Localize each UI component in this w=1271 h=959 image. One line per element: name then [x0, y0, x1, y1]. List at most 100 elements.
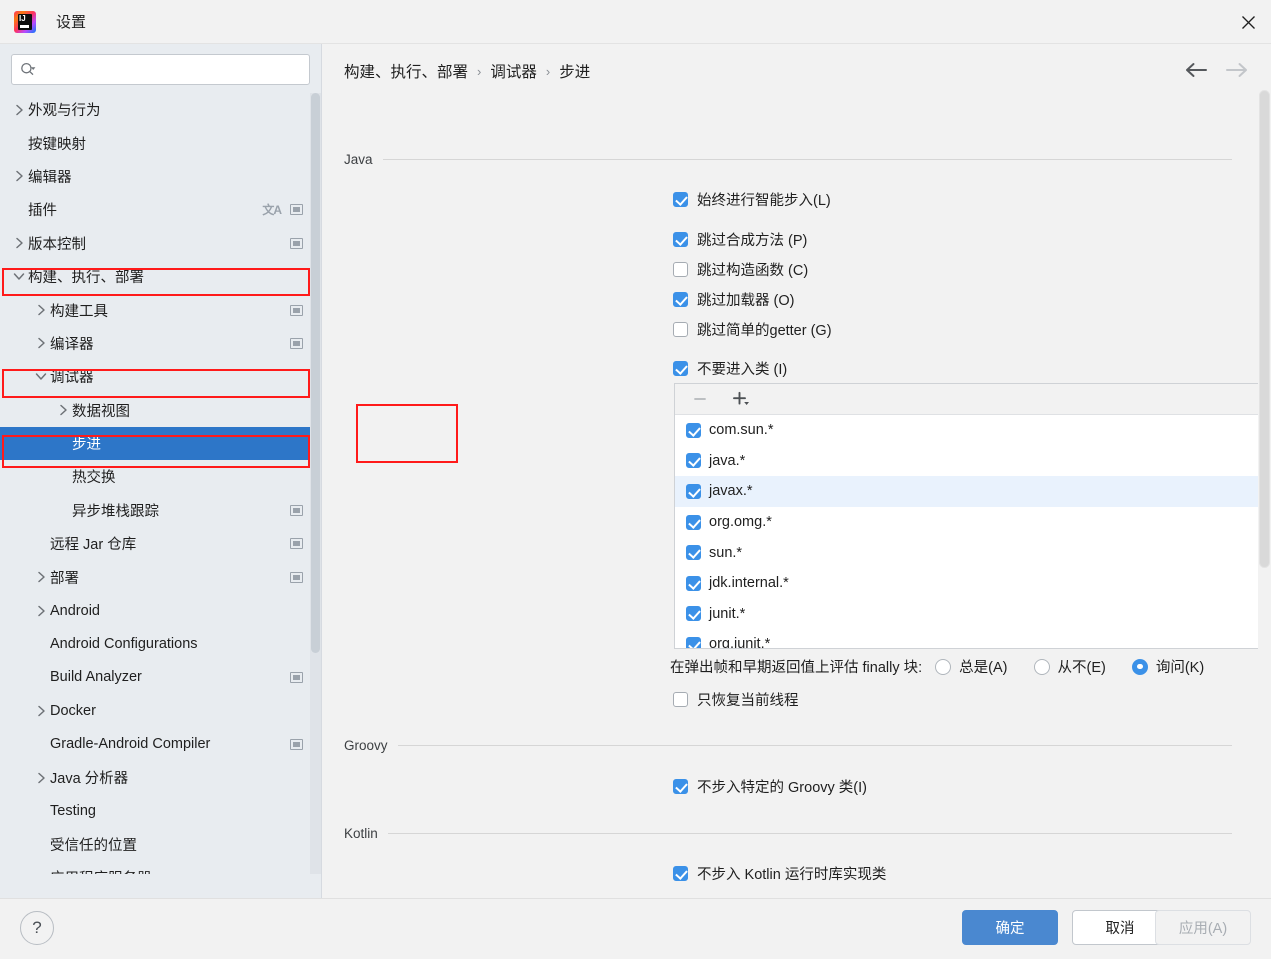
- checkbox-skip-simple-getters[interactable]: 跳过简单的getter (G): [673, 319, 832, 340]
- sidebar-item-badges: 文A: [262, 201, 303, 218]
- checkbox-box[interactable]: [673, 779, 688, 794]
- checkbox-box[interactable]: [673, 322, 688, 337]
- class-list-row[interactable]: org.omg.*: [675, 507, 1271, 538]
- sidebar-item-12[interactable]: 异步堆栈跟踪: [0, 494, 321, 527]
- sidebar-item-11[interactable]: 热交换: [0, 460, 321, 493]
- chevron-right-icon[interactable]: [10, 104, 28, 116]
- class-list-row[interactable]: com.sun.*: [675, 415, 1271, 446]
- plus-icon[interactable]: [729, 388, 755, 410]
- sidebar-item-2[interactable]: 编辑器: [0, 160, 321, 193]
- sidebar-item-label: 构建、执行、部署: [28, 266, 144, 287]
- sidebar-item-23[interactable]: 应用程序服务器: [0, 861, 321, 874]
- radio-button[interactable]: [1132, 659, 1148, 675]
- chevron-right-icon[interactable]: [10, 170, 28, 182]
- sidebar-scrollbar[interactable]: [310, 93, 321, 874]
- class-pattern-label: junit.*: [709, 606, 745, 622]
- radio-never[interactable]: 从不(E): [1034, 656, 1106, 677]
- checkbox-kotlin-do-not-step-runtime[interactable]: 不步入 Kotlin 运行时库实现类: [673, 863, 886, 884]
- class-list-row[interactable]: org.junit.*: [675, 629, 1271, 648]
- chevron-down-icon[interactable]: [10, 272, 28, 281]
- breadcrumb-item-0[interactable]: 构建、执行、部署: [344, 60, 468, 82]
- checkbox-box[interactable]: [673, 866, 688, 881]
- sidebar-item-5[interactable]: 构建、执行、部署: [0, 260, 321, 293]
- chevron-down-icon[interactable]: [32, 372, 50, 381]
- class-list-row[interactable]: sun.*: [675, 537, 1271, 568]
- sidebar-item-3[interactable]: 插件文A: [0, 193, 321, 226]
- radio-button[interactable]: [1034, 659, 1050, 675]
- sidebar-item-9[interactable]: 数据视图: [0, 394, 321, 427]
- chevron-right-icon[interactable]: [10, 237, 28, 249]
- sidebar-scrollbar-thumb[interactable]: [311, 93, 320, 653]
- sidebar-item-15[interactable]: Android: [0, 594, 321, 627]
- sidebar-item-19[interactable]: Gradle-Android Compiler: [0, 727, 321, 760]
- sidebar-item-7[interactable]: 编译器: [0, 327, 321, 360]
- sidebar-item-16[interactable]: Android Configurations: [0, 627, 321, 660]
- question-mark-icon[interactable]: ?: [20, 911, 54, 945]
- checkbox-box[interactable]: [686, 484, 701, 499]
- sidebar-item-20[interactable]: Java 分析器: [0, 761, 321, 794]
- sidebar-item-6[interactable]: 构建工具: [0, 293, 321, 326]
- checkbox-box[interactable]: [686, 606, 701, 621]
- chevron-right-icon[interactable]: [32, 304, 50, 316]
- excluded-classes-list[interactable]: com.sun.*java.*javax.*org.omg.*sun.*jdk.…: [675, 415, 1271, 648]
- breadcrumb-separator: ›: [546, 64, 550, 79]
- checkbox-box[interactable]: [673, 232, 688, 247]
- checkbox-box[interactable]: [673, 192, 688, 207]
- sidebar-item-22[interactable]: 受信任的位置: [0, 828, 321, 861]
- sidebar-item-18[interactable]: Docker: [0, 694, 321, 727]
- sidebar-item-10[interactable]: 步进: [0, 427, 321, 460]
- radio-always[interactable]: 总是(A): [935, 656, 1007, 677]
- search-input[interactable]: [43, 62, 301, 77]
- checkbox-resume-current-thread[interactable]: 只恢复当前线程: [673, 689, 799, 710]
- breadcrumb-item-1[interactable]: 调试器: [490, 60, 537, 82]
- checkbox-box[interactable]: [673, 292, 688, 307]
- search-box[interactable]: [11, 54, 310, 85]
- chevron-right-icon[interactable]: [32, 705, 50, 717]
- sidebar-item-13[interactable]: 远程 Jar 仓库: [0, 527, 321, 560]
- main-scrollbar[interactable]: [1258, 90, 1271, 650]
- checkbox-always-smart-step[interactable]: 始终进行智能步入(L): [673, 189, 831, 210]
- sidebar-item-21[interactable]: Testing: [0, 794, 321, 827]
- class-list-row[interactable]: jdk.internal.*: [675, 568, 1271, 599]
- chevron-right-icon[interactable]: [32, 772, 50, 784]
- sidebar-item-0[interactable]: 外观与行为: [0, 93, 321, 126]
- checkbox-skip-constructors[interactable]: 跳过构造函数 (C): [673, 259, 808, 280]
- sidebar-item-label: Docker: [50, 703, 96, 719]
- ok-button[interactable]: 确定: [962, 910, 1058, 945]
- checkbox-box[interactable]: [686, 453, 701, 468]
- radio-button[interactable]: [935, 659, 951, 675]
- main-scrollbar-thumb[interactable]: [1259, 90, 1270, 568]
- checkbox-box[interactable]: [673, 692, 688, 707]
- class-list-row[interactable]: java.*: [675, 446, 1271, 477]
- checkbox-box[interactable]: [686, 423, 701, 438]
- checkbox-do-not-step-into-classes[interactable]: 不要进入类 (I): [673, 358, 787, 379]
- checkbox-box[interactable]: [686, 576, 701, 591]
- class-list-row[interactable]: javax.*: [675, 476, 1271, 507]
- checkbox-skip-synthetic[interactable]: 跳过合成方法 (P): [673, 229, 807, 250]
- checkbox-label: 不要进入类 (I): [697, 358, 787, 379]
- cancel-button[interactable]: 取消: [1072, 910, 1168, 945]
- checkbox-skip-classloaders[interactable]: 跳过加载器 (O): [673, 289, 794, 310]
- sidebar-item-17[interactable]: Build Analyzer: [0, 661, 321, 694]
- checkbox-box[interactable]: [686, 637, 701, 648]
- class-list-row[interactable]: junit.*: [675, 599, 1271, 630]
- checkbox-groovy-do-not-step[interactable]: 不步入特定的 Groovy 类(I): [673, 776, 867, 797]
- chevron-right-icon[interactable]: [32, 571, 50, 583]
- chevron-right-icon[interactable]: [54, 404, 72, 416]
- chevron-right-icon[interactable]: [32, 605, 50, 617]
- arrow-right-icon: [1225, 62, 1249, 83]
- sidebar-item-4[interactable]: 版本控制: [0, 227, 321, 260]
- checkbox-box[interactable]: [673, 361, 688, 376]
- arrow-left-icon[interactable]: [1185, 62, 1209, 83]
- sidebar-item-14[interactable]: 部署: [0, 560, 321, 593]
- checkbox-box[interactable]: [686, 545, 701, 560]
- chevron-right-icon[interactable]: [32, 337, 50, 349]
- sidebar-item-label: 调试器: [50, 366, 94, 387]
- checkbox-box[interactable]: [686, 515, 701, 530]
- sidebar-item-1[interactable]: 按键映射: [0, 126, 321, 159]
- sidebar-item-8[interactable]: 调试器: [0, 360, 321, 393]
- checkbox-box[interactable]: [673, 262, 688, 277]
- close-icon[interactable]: [1225, 0, 1271, 44]
- radio-ask[interactable]: 询问(K): [1132, 656, 1204, 677]
- checkbox-label: 跳过合成方法 (P): [697, 229, 807, 250]
